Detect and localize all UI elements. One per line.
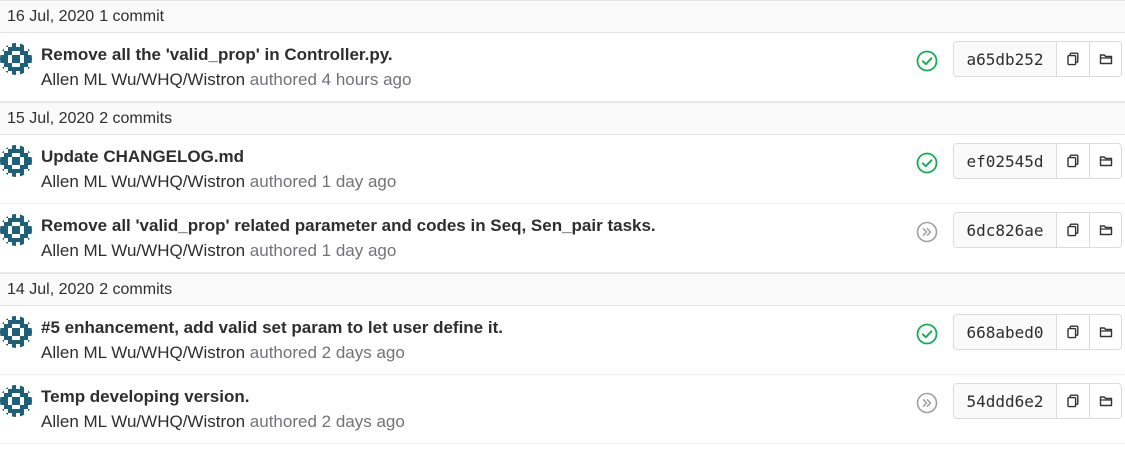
check-circle-icon[interactable]	[916, 50, 938, 72]
copy-icon	[1066, 52, 1080, 66]
day-header: 15 Jul, 2020 2 commits	[0, 102, 1125, 135]
browse-files-button[interactable]	[1089, 213, 1121, 247]
check-circle-icon[interactable]	[916, 152, 938, 174]
commit-sha-link[interactable]: 668abed0	[954, 315, 1057, 349]
commit-title-link[interactable]: Remove all the 'valid_prop' in Controlle…	[41, 45, 393, 65]
skipped-circle-icon[interactable]	[916, 221, 938, 243]
day-date: 15 Jul, 2020	[7, 109, 95, 127]
copy-sha-button[interactable]	[1057, 213, 1089, 247]
commit-title-link[interactable]: Remove all 'valid_prop' related paramete…	[41, 216, 656, 236]
commit-time: 1 day ago	[321, 241, 397, 260]
commit-title-link[interactable]: Update CHANGELOG.md	[41, 147, 244, 167]
commit-time: 1 day ago	[321, 172, 397, 191]
browse-files-button[interactable]	[1089, 144, 1121, 178]
avatar[interactable]	[0, 43, 32, 75]
commit-time: 2 days ago	[321, 412, 405, 431]
commit-row: Update CHANGELOG.md Allen ML Wu/WHQ/Wist…	[0, 135, 1125, 204]
sha-button-group: 668abed0	[953, 314, 1122, 350]
skipped-circle-icon[interactable]	[916, 392, 938, 414]
check-circle-icon[interactable]	[916, 323, 938, 345]
commit-author-link[interactable]: Allen ML Wu/WHQ/Wistron	[41, 172, 245, 191]
sha-button-group: 6dc826ae	[953, 212, 1122, 248]
authored-label: authored	[249, 70, 317, 89]
folder-icon	[1099, 325, 1113, 339]
day-header: 16 Jul, 2020 1 commit	[0, 0, 1125, 33]
day-header: 14 Jul, 2020 2 commits	[0, 273, 1125, 306]
sha-button-group: a65db252	[953, 41, 1122, 77]
browse-files-button[interactable]	[1089, 315, 1121, 349]
day-date: 16 Jul, 2020	[7, 7, 95, 25]
commit-time: 4 hours ago	[321, 70, 412, 89]
day-commit-count: 2 commits	[99, 280, 173, 298]
authored-label: authored	[249, 172, 317, 191]
copy-sha-button[interactable]	[1057, 144, 1089, 178]
commit-sha-link[interactable]: 6dc826ae	[954, 213, 1057, 247]
sha-button-group: ef02545d	[953, 143, 1122, 179]
commit-row: Remove all the 'valid_prop' in Controlle…	[0, 33, 1125, 102]
avatar[interactable]	[0, 214, 32, 246]
commit-author-link[interactable]: Allen ML Wu/WHQ/Wistron	[41, 343, 245, 362]
commit-meta: Allen ML Wu/WHQ/Wistron authored 4 hours…	[41, 70, 411, 90]
copy-sha-button[interactable]	[1057, 384, 1089, 418]
day-commit-count: 2 commits	[99, 109, 173, 127]
commit-sha-link[interactable]: a65db252	[954, 42, 1057, 76]
copy-icon	[1066, 223, 1080, 237]
copy-sha-button[interactable]	[1057, 42, 1089, 76]
browse-files-button[interactable]	[1089, 384, 1121, 418]
authored-label: authored	[249, 412, 317, 431]
day-date: 14 Jul, 2020	[7, 280, 95, 298]
day-commit-count: 1 commit	[99, 7, 165, 25]
commit-sha-link[interactable]: ef02545d	[954, 144, 1057, 178]
commit-list: 16 Jul, 2020 1 commit Remove all the 'va…	[0, 0, 1125, 444]
copy-icon	[1066, 154, 1080, 168]
commit-time: 2 days ago	[321, 343, 405, 362]
commit-title-link[interactable]: #5 enhancement, add valid set param to l…	[41, 318, 503, 338]
commit-author-link[interactable]: Allen ML Wu/WHQ/Wistron	[41, 241, 245, 260]
copy-icon	[1066, 394, 1080, 408]
commit-meta: Allen ML Wu/WHQ/Wistron authored 2 days …	[41, 412, 405, 432]
folder-icon	[1099, 394, 1113, 408]
sha-button-group: 54ddd6e2	[953, 383, 1122, 419]
folder-icon	[1099, 52, 1113, 66]
copy-sha-button[interactable]	[1057, 315, 1089, 349]
authored-label: authored	[249, 343, 317, 362]
copy-icon	[1066, 325, 1080, 339]
authored-label: authored	[249, 241, 317, 260]
commit-meta: Allen ML Wu/WHQ/Wistron authored 2 days …	[41, 343, 405, 363]
commit-row: Temp developing version. Allen ML Wu/WHQ…	[0, 375, 1125, 444]
commit-row: Remove all 'valid_prop' related paramete…	[0, 204, 1125, 273]
folder-icon	[1099, 223, 1113, 237]
commit-title-link[interactable]: Temp developing version.	[41, 387, 249, 407]
commit-row: #5 enhancement, add valid set param to l…	[0, 306, 1125, 375]
commit-author-link[interactable]: Allen ML Wu/WHQ/Wistron	[41, 70, 245, 89]
avatar[interactable]	[0, 316, 32, 348]
commit-meta: Allen ML Wu/WHQ/Wistron authored 1 day a…	[41, 241, 396, 261]
commit-author-link[interactable]: Allen ML Wu/WHQ/Wistron	[41, 412, 245, 431]
folder-icon	[1099, 154, 1113, 168]
commit-sha-link[interactable]: 54ddd6e2	[954, 384, 1057, 418]
avatar[interactable]	[0, 145, 32, 177]
commit-meta: Allen ML Wu/WHQ/Wistron authored 1 day a…	[41, 172, 396, 192]
avatar[interactable]	[0, 385, 32, 417]
browse-files-button[interactable]	[1089, 42, 1121, 76]
